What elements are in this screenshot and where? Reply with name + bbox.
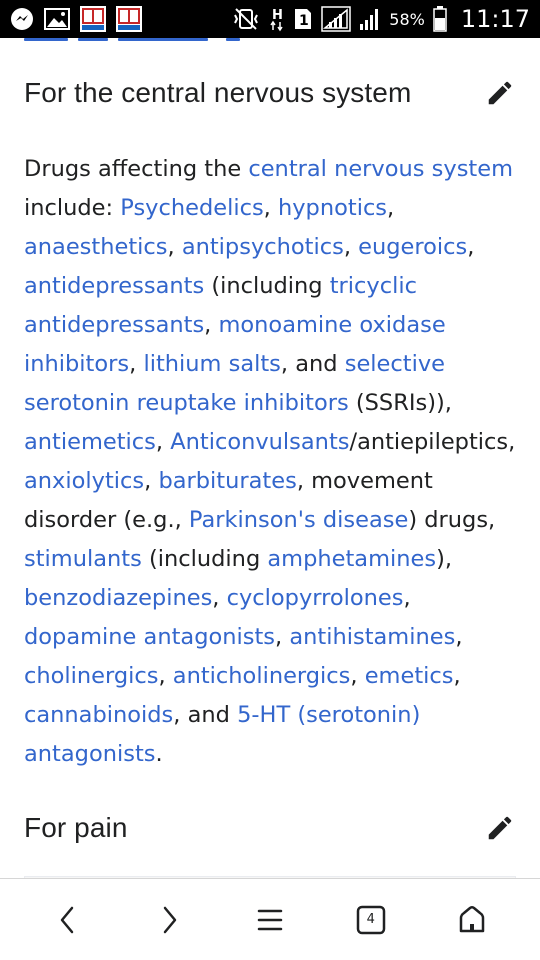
back-button[interactable] bbox=[40, 892, 96, 948]
text: /antiepileptics, bbox=[349, 429, 516, 455]
link-barbiturates[interactable]: barbiturates bbox=[158, 468, 296, 494]
book-app-icon bbox=[116, 6, 142, 32]
clock: 11:17 bbox=[460, 5, 530, 33]
hamburger-menu-icon bbox=[257, 909, 283, 930]
text: . bbox=[155, 741, 163, 767]
pencil-icon[interactable] bbox=[484, 812, 516, 844]
text: , bbox=[453, 663, 461, 689]
text: , bbox=[167, 234, 182, 260]
link-lithium-salts[interactable]: lithium salts bbox=[143, 351, 280, 377]
link-anticonvulsants[interactable]: Anticonvulsants bbox=[170, 429, 349, 455]
link-anxiolytics[interactable]: anxiolytics bbox=[24, 468, 144, 494]
text: , bbox=[455, 624, 463, 650]
text: , bbox=[387, 195, 395, 221]
text: , bbox=[275, 624, 290, 650]
home-icon bbox=[459, 905, 484, 932]
text: , bbox=[204, 312, 219, 338]
sim-1-icon: 1 bbox=[293, 7, 313, 31]
chevron-left-icon bbox=[61, 906, 74, 933]
link-anticholinergics[interactable]: anticholinergics bbox=[173, 663, 351, 689]
link-cyclopyrrolones[interactable]: cyclopyrrolones bbox=[227, 585, 404, 611]
link-benzodiazepines[interactable]: benzodiazepines bbox=[24, 585, 212, 611]
text: , bbox=[158, 663, 173, 689]
link-hypnotics[interactable]: hypnotics bbox=[278, 195, 387, 221]
text: include: bbox=[24, 195, 121, 221]
sim-slot-text: 1 bbox=[299, 13, 309, 29]
text: , bbox=[129, 351, 144, 377]
text: , bbox=[350, 663, 365, 689]
text: , bbox=[263, 195, 278, 221]
link-cannabinoids[interactable]: cannabinoids bbox=[24, 702, 173, 728]
text: , and bbox=[280, 351, 345, 377]
text: , bbox=[155, 429, 171, 455]
article-content: For the central nervous system Drugs aff… bbox=[0, 42, 540, 878]
system-icons: H 1 58% 11:17 bbox=[231, 5, 530, 33]
chevron-right-icon bbox=[163, 906, 177, 933]
section-header-cns: For the central nervous system bbox=[24, 73, 516, 113]
text: (SSRIs)), bbox=[348, 390, 452, 416]
gallery-icon bbox=[44, 7, 70, 31]
book-app-icon bbox=[80, 6, 106, 32]
link-parkinsons-disease[interactable]: Parkinson's disease bbox=[189, 507, 408, 533]
section-title: For pain bbox=[24, 812, 128, 843]
status-bar: H 1 58% 11:17 bbox=[0, 0, 540, 38]
link-stimulants[interactable]: stimulants bbox=[24, 546, 142, 572]
text: ), bbox=[436, 546, 453, 572]
battery-icon bbox=[433, 6, 447, 32]
link-emetics[interactable]: emetics bbox=[365, 663, 454, 689]
notification-icons bbox=[10, 6, 142, 32]
section-header-pain: For pain bbox=[24, 808, 516, 848]
link-anaesthetics[interactable]: anaesthetics bbox=[24, 234, 168, 260]
text: (including bbox=[141, 546, 268, 572]
link-antihistamines[interactable]: antihistamines bbox=[289, 624, 455, 650]
home-button[interactable] bbox=[444, 892, 500, 948]
text: , bbox=[212, 585, 227, 611]
signal-icon bbox=[359, 7, 381, 31]
network-h-icon: H bbox=[269, 6, 285, 32]
link-antidepressants[interactable]: antidepressants bbox=[24, 273, 204, 299]
link-dopamine-antagonists[interactable]: dopamine antagonists bbox=[24, 624, 275, 650]
text: , bbox=[343, 234, 359, 260]
tab-count: 4 bbox=[366, 912, 375, 927]
text: ) drugs, bbox=[408, 507, 496, 533]
link-psychedelics[interactable]: Psychedelics bbox=[120, 195, 263, 221]
link-cholinergics[interactable]: cholinergics bbox=[24, 663, 158, 689]
link-antipsychotics[interactable]: antipsychotics bbox=[182, 234, 344, 260]
forward-button[interactable] bbox=[141, 892, 197, 948]
cns-drugs-paragraph: Drugs affecting the central nervous syst… bbox=[24, 150, 519, 774]
link-central-nervous-system[interactable]: central nervous system bbox=[248, 156, 513, 182]
text: , bbox=[467, 234, 475, 260]
signal-icon bbox=[321, 6, 352, 32]
text: , and bbox=[173, 702, 238, 728]
network-type-text: H bbox=[272, 8, 283, 23]
messenger-icon bbox=[10, 7, 34, 31]
text: , bbox=[403, 585, 411, 611]
link-eugeroics[interactable]: eugeroics bbox=[358, 234, 467, 260]
mute-vibrate-icon bbox=[231, 7, 261, 31]
section-title: For the central nervous system bbox=[24, 77, 412, 108]
browser-bottom-nav: 4 bbox=[0, 878, 540, 960]
text: Drugs affecting the bbox=[24, 156, 249, 182]
text: , bbox=[144, 468, 159, 494]
link-amphetamines[interactable]: amphetamines bbox=[267, 546, 436, 572]
link-antiemetics[interactable]: antiemetics bbox=[24, 429, 156, 455]
menu-button[interactable] bbox=[242, 892, 298, 948]
battery-percent: 58% bbox=[389, 9, 425, 29]
pencil-icon[interactable] bbox=[484, 77, 516, 109]
text: (including bbox=[204, 273, 330, 299]
tabs-button[interactable]: 4 bbox=[343, 892, 399, 948]
